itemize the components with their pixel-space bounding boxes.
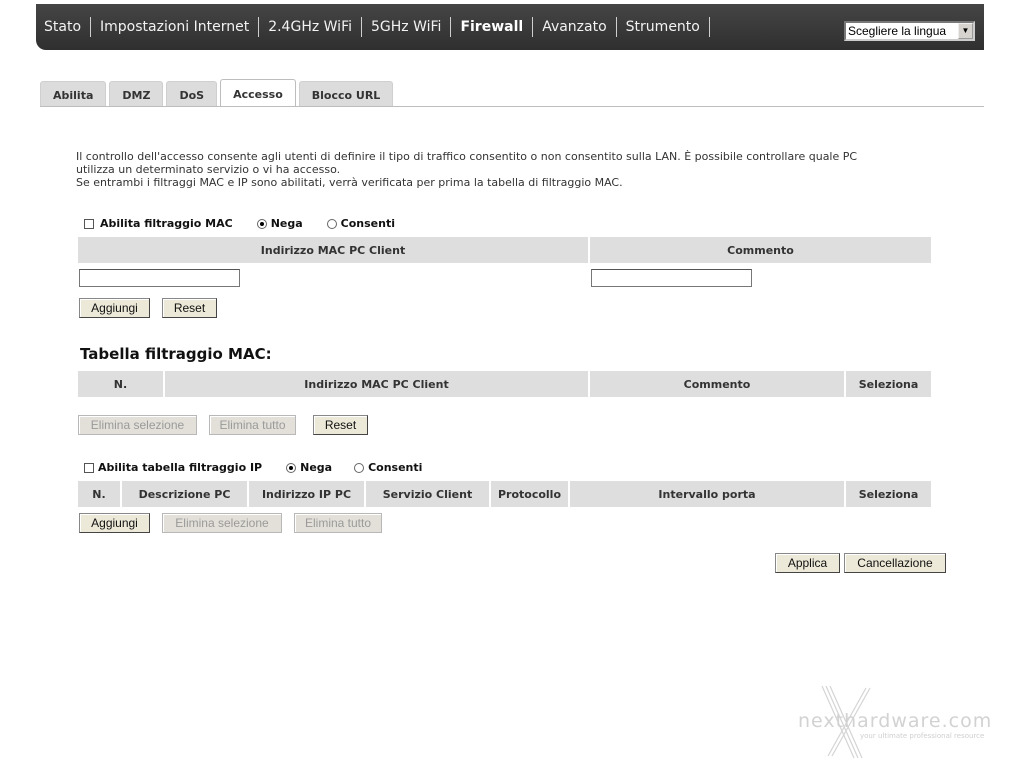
col-protocol: Protocollo	[490, 481, 570, 507]
col-number: N.	[78, 481, 122, 507]
mac-delete-all-button[interactable]: Elimina tutto	[209, 415, 296, 435]
tab-divider	[40, 106, 984, 107]
nav-5ghz-wifi[interactable]: 5GHz WiFi	[362, 17, 452, 37]
nav-firewall[interactable]: Firewall	[451, 17, 534, 37]
mac-address-input[interactable]	[79, 269, 240, 287]
mac-filter-options: Abilita filtraggio MAC Nega Consenti	[84, 217, 395, 230]
mac-reset-button[interactable]: Reset	[162, 298, 217, 318]
ip-deny-label: Nega	[300, 461, 333, 474]
col-port-range: Intervallo porta	[569, 481, 846, 507]
mac-table-title: Tabella filtraggio MAC:	[80, 345, 272, 363]
tab-accesso[interactable]: Accesso	[220, 79, 296, 107]
tab-dos[interactable]: DoS	[166, 81, 218, 107]
tab-abilita[interactable]: Abilita	[40, 81, 107, 107]
col-comment: Commento	[589, 371, 846, 397]
mac-allow-radio[interactable]	[326, 218, 337, 229]
ip-delete-all-button[interactable]: Elimina tutto	[294, 513, 382, 533]
intro-line-2: utilizza un determinato servizio o vi ha…	[76, 163, 341, 176]
col-pc-description: Descrizione PC	[121, 481, 249, 507]
col-mac-address: Indirizzo MAC PC Client	[164, 371, 590, 397]
col-client-service: Servizio Client	[365, 481, 491, 507]
mac-comment-input[interactable]	[591, 269, 752, 287]
tab-blocco-url[interactable]: Blocco URL	[298, 81, 394, 107]
col-ip-address: Indirizzo IP PC	[248, 481, 366, 507]
mac-delete-selected-button[interactable]: Elimina selezione	[78, 415, 197, 435]
intro-line-1: Il controllo dell'accesso consente agli …	[76, 150, 858, 163]
tab-dmz[interactable]: DMZ	[109, 81, 164, 107]
col-comment: Commento	[589, 237, 931, 263]
ip-filter-table: N. Descrizione PC Indirizzo IP PC Serviz…	[78, 481, 931, 507]
chevron-down-icon: ▼	[958, 23, 973, 39]
firewall-tabs: Abilita DMZ DoS Accesso Blocco URL	[40, 79, 396, 107]
watermark-tagline: your ultimate professional resource	[860, 732, 985, 740]
intro-line-3: Se entrambi i filtraggi MAC e IP sono ab…	[76, 176, 623, 189]
nav-avanzato[interactable]: Avanzato	[533, 17, 617, 37]
nav-impostazioni-internet[interactable]: Impostazioni Internet	[91, 17, 260, 37]
ip-add-button[interactable]: Aggiungi	[79, 513, 150, 533]
mac-table-reset-button[interactable]: Reset	[313, 415, 368, 435]
watermark-logo: nexthardware.com your ultimate professio…	[792, 682, 1012, 762]
cancel-button[interactable]: Cancellazione	[844, 553, 946, 573]
mac-allow-label: Consenti	[340, 217, 395, 230]
nav-stato[interactable]: Stato	[36, 17, 92, 37]
col-select: Seleziona	[845, 371, 931, 397]
ip-filter-label: Abilita tabella filtraggio IP	[98, 461, 263, 474]
intro-text: Il controllo dell'accesso consente agli …	[76, 150, 936, 189]
apply-button[interactable]: Applica	[775, 553, 840, 573]
ip-filter-options: Abilita tabella filtraggio IP Nega Conse…	[84, 461, 422, 474]
ip-delete-selected-button[interactable]: Elimina selezione	[162, 513, 282, 533]
ip-filter-checkbox[interactable]	[84, 462, 94, 473]
ip-deny-radio[interactable]	[286, 462, 297, 473]
mac-entry-header: Indirizzo MAC PC Client Commento	[78, 237, 931, 263]
main-nav: Stato Impostazioni Internet 2.4GHz WiFi …	[36, 4, 710, 50]
col-mac-address: Indirizzo MAC PC Client	[78, 237, 590, 263]
mac-filter-table: N. Indirizzo MAC PC Client Commento Sele…	[78, 371, 931, 397]
col-number: N.	[78, 371, 165, 397]
watermark-text: nexthardware.com	[798, 710, 993, 732]
mac-deny-radio[interactable]	[256, 218, 267, 229]
col-select: Seleziona	[845, 481, 931, 507]
top-nav-bar: Stato Impostazioni Internet 2.4GHz WiFi …	[36, 4, 984, 50]
language-select-value: Scegliere la lingua	[848, 24, 947, 38]
mac-add-button[interactable]: Aggiungi	[79, 298, 150, 318]
nav-strumento[interactable]: Strumento	[617, 17, 710, 37]
mac-filter-checkbox[interactable]	[84, 218, 94, 229]
mac-filter-label: Abilita filtraggio MAC	[100, 217, 233, 230]
ip-allow-label: Consenti	[368, 461, 423, 474]
language-select[interactable]: Scegliere la lingua ▼	[844, 21, 975, 41]
nav-24ghz-wifi[interactable]: 2.4GHz WiFi	[259, 17, 362, 37]
ip-allow-radio[interactable]	[354, 462, 365, 473]
mac-deny-label: Nega	[270, 217, 303, 230]
